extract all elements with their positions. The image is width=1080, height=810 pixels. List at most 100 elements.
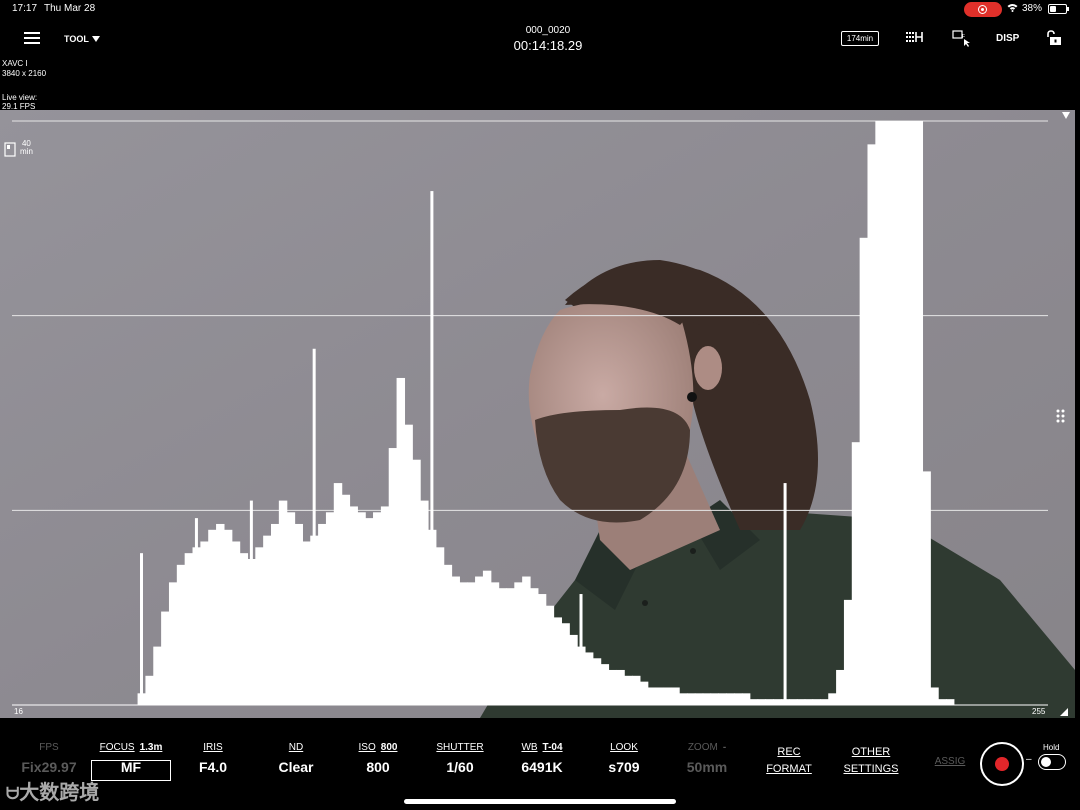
assign-label: ASSIG bbox=[934, 756, 966, 767]
other-settings-line1: OTHER bbox=[851, 746, 891, 758]
other-settings-button[interactable]: OTHER SETTINGS bbox=[840, 742, 902, 775]
histogram-bar bbox=[828, 693, 837, 705]
histogram-bar bbox=[859, 237, 869, 706]
histogram-resize-marker bbox=[1060, 708, 1068, 716]
histogram-spike bbox=[430, 191, 434, 705]
histogram-bar bbox=[396, 377, 406, 705]
screen-recording-indicator[interactable] bbox=[964, 2, 1002, 17]
nd-setting[interactable]: ND Clear bbox=[268, 742, 324, 775]
display-button[interactable]: DISP bbox=[996, 33, 1019, 44]
histogram-bar bbox=[216, 523, 225, 705]
histogram-bar bbox=[373, 512, 382, 705]
histogram-bar bbox=[710, 693, 719, 705]
histogram-bar bbox=[482, 570, 492, 705]
home-indicator[interactable] bbox=[404, 799, 676, 804]
wb-label: WB T-04 bbox=[512, 742, 572, 756]
status-date: Thu Mar 28 bbox=[44, 3, 96, 14]
watermark-logo-icon: ᗨ bbox=[6, 786, 20, 803]
histogram-bar bbox=[404, 424, 413, 705]
iris-label: IRIS bbox=[203, 742, 223, 753]
look-setting[interactable]: LOOK s709 bbox=[598, 742, 650, 775]
look-label: LOOK bbox=[610, 742, 638, 753]
wb-setting[interactable]: WB T-04 6491K bbox=[512, 742, 572, 775]
chevron-down-icon[interactable] bbox=[92, 36, 100, 42]
histogram-bar bbox=[686, 693, 696, 705]
histogram-top-marker bbox=[1062, 112, 1070, 119]
svg-text:F: F bbox=[962, 34, 965, 40]
shutter-setting[interactable]: SHUTTER 1/60 bbox=[432, 742, 488, 775]
histogram-bar bbox=[804, 699, 814, 705]
histogram-bar bbox=[616, 669, 625, 705]
histogram-bar bbox=[435, 547, 445, 705]
histogram-bar bbox=[168, 582, 178, 705]
histogram-bar bbox=[812, 699, 821, 705]
histogram-bar bbox=[490, 582, 500, 705]
iris-setting[interactable]: IRIS F4.0 bbox=[188, 742, 238, 775]
battery-level bbox=[1050, 6, 1056, 12]
histogram-bar bbox=[639, 681, 649, 705]
iso-value: 800 bbox=[366, 759, 390, 775]
histogram-bar bbox=[930, 687, 939, 705]
histogram-bar bbox=[506, 588, 515, 705]
histogram-bar bbox=[632, 675, 641, 705]
histogram-bar bbox=[938, 699, 947, 705]
media-card-minutes-unit: min bbox=[20, 147, 33, 156]
fps-setting: FPS Fix29.97 bbox=[20, 742, 78, 775]
histogram-bar bbox=[302, 541, 311, 705]
histogram-bar bbox=[333, 483, 343, 705]
histogram-spike bbox=[312, 348, 316, 705]
focus-label: FOCUS 1.3m bbox=[91, 742, 171, 756]
hold-toggle[interactable] bbox=[1038, 754, 1066, 770]
histogram-bar bbox=[459, 582, 468, 705]
status-time: 17:17 bbox=[12, 3, 38, 14]
record-button[interactable] bbox=[980, 742, 1024, 786]
histogram-bar bbox=[271, 523, 280, 705]
histogram-bar bbox=[749, 699, 759, 705]
zoom-value: 50mm bbox=[686, 759, 728, 775]
other-settings-line2: SETTINGS bbox=[843, 763, 899, 775]
histogram-bar bbox=[318, 523, 327, 705]
histogram-spike bbox=[783, 483, 787, 705]
histogram-bar bbox=[741, 693, 751, 705]
frame-grid-icon[interactable] bbox=[906, 31, 924, 46]
tool-menu-button[interactable]: TOOL bbox=[64, 34, 89, 44]
histogram-bar bbox=[600, 664, 610, 705]
media-remaining-badge[interactable]: 174min bbox=[841, 31, 879, 46]
histogram-bar bbox=[867, 144, 876, 706]
fps-label: FPS bbox=[39, 742, 59, 753]
nd-value: Clear bbox=[278, 759, 314, 775]
histogram-bar bbox=[239, 553, 249, 705]
rec-format-button[interactable]: REC FORMAT bbox=[760, 742, 818, 775]
assign-button[interactable]: ASSIG bbox=[930, 756, 970, 770]
zoom-label-text: ZOOM bbox=[687, 742, 718, 753]
histogram-bar bbox=[679, 693, 688, 705]
zoom-sub: - bbox=[722, 742, 727, 753]
menu-icon[interactable] bbox=[24, 32, 40, 44]
wb-label-text: WB bbox=[521, 742, 538, 753]
histogram-bar bbox=[561, 623, 570, 705]
histogram-bar bbox=[757, 699, 767, 705]
histogram-spike bbox=[532, 599, 536, 705]
histogram-bar bbox=[161, 611, 170, 705]
histogram-bar bbox=[286, 512, 296, 705]
rec-format-line1: REC bbox=[777, 746, 801, 758]
lock-icon[interactable] bbox=[1044, 30, 1062, 51]
histogram-bar bbox=[467, 582, 476, 705]
focus-value-box[interactable] bbox=[91, 760, 171, 781]
histogram-bar bbox=[647, 687, 657, 705]
histogram-bar bbox=[843, 599, 853, 705]
histogram-bar bbox=[357, 512, 366, 705]
clip-name: 000_0020 bbox=[525, 25, 571, 36]
iso-setting[interactable]: ISO 800 800 bbox=[348, 742, 408, 775]
media-card-minutes: 40 min bbox=[20, 140, 33, 156]
histogram-bar bbox=[820, 699, 829, 705]
histogram-spike bbox=[249, 500, 253, 705]
touch-focus-icon[interactable]: F bbox=[952, 30, 972, 53]
hold-dash: – bbox=[1026, 754, 1032, 765]
live-view-monitor[interactable] bbox=[0, 110, 1075, 718]
drag-handle-icon[interactable] bbox=[1056, 408, 1066, 424]
histogram-bar bbox=[592, 658, 602, 705]
histogram-bar bbox=[412, 459, 421, 705]
histogram-bar bbox=[223, 529, 233, 705]
histogram-bar bbox=[349, 506, 358, 705]
